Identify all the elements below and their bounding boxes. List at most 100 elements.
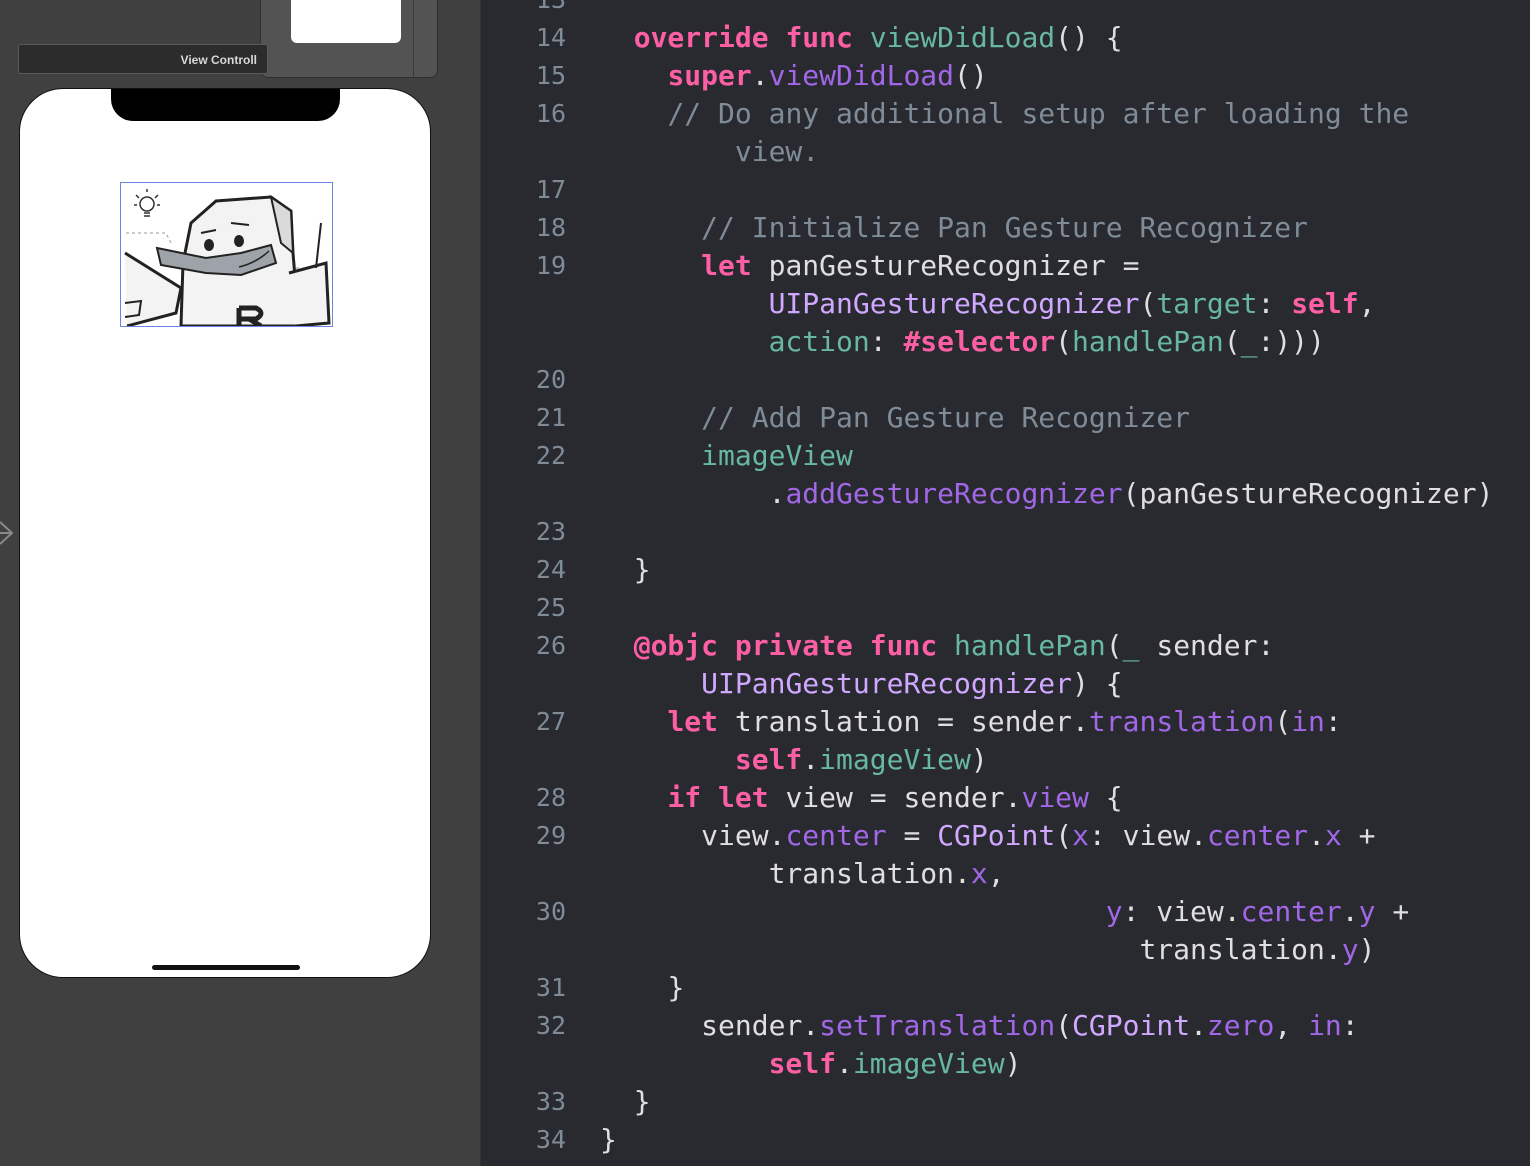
code-text: UIPanGestureRecognizer(target: self,	[600, 285, 1376, 323]
code-token: }	[633, 1085, 651, 1118]
code-token: ,	[1274, 1009, 1309, 1042]
code-token: }	[667, 971, 685, 1004]
view-controller-scene-label: View Controll	[180, 53, 257, 67]
code-token: {	[1088, 781, 1123, 814]
code-token: .	[1341, 895, 1359, 928]
code-token: private	[734, 629, 853, 662]
code-token: target	[1156, 287, 1258, 320]
code-token: CGPoint	[937, 819, 1056, 852]
view-controller-scene-header[interactable]: View Controll	[18, 44, 268, 74]
image-view[interactable]	[120, 182, 333, 327]
code-text: }	[600, 551, 651, 589]
code-token: // Add Pan Gesture Recognizer	[701, 401, 1191, 434]
code-token: : view.	[1122, 895, 1241, 928]
line-number: 32	[535, 1011, 566, 1040]
scene-thumbnail-divider	[413, 0, 414, 77]
code-text: translation.x,	[600, 855, 1005, 893]
entry-point-arrow-icon[interactable]	[0, 518, 20, 548]
code-token: () {	[1055, 21, 1123, 54]
code-token: :	[1324, 705, 1342, 738]
code-token: view = sender.	[768, 781, 1022, 814]
code-token: center	[1206, 819, 1309, 852]
code-token: (	[1055, 819, 1073, 852]
code-token: +	[1375, 895, 1410, 928]
code-text: self.imageView)	[600, 1045, 1022, 1083]
code-token: :	[1341, 1009, 1359, 1042]
code-text: .addGestureRecognizer(panGestureRecogniz…	[600, 475, 1494, 513]
code-text: let translation = sender.translation(in:	[600, 703, 1342, 741]
code-token: x	[1072, 819, 1089, 852]
code-token: (	[1274, 705, 1292, 738]
code-text: // Initialize Pan Gesture Recognizer	[600, 209, 1308, 247]
code-token: viewDidLoad	[869, 21, 1056, 54]
line-number: 19	[535, 251, 566, 280]
code-token: if	[667, 781, 702, 814]
line-number: 13	[480, 0, 566, 19]
code-token: let	[667, 705, 719, 738]
code-token: sender.	[701, 1009, 820, 1042]
code-token: translation.	[768, 857, 971, 890]
code-text: // Do any additional setup after loading…	[600, 95, 1409, 133]
code-text: sender.setTranslation(CGPoint.zero, in:	[600, 1007, 1359, 1045]
storyboard-canvas[interactable]: View Controll	[0, 0, 481, 1166]
code-text: override func viewDidLoad() {	[600, 19, 1123, 57]
device-notch	[111, 89, 340, 121]
code-text: }	[600, 969, 684, 1007]
code-text: translation.y)	[600, 931, 1375, 969]
code-token: #selector	[903, 325, 1056, 358]
code-token: imageView	[701, 439, 853, 472]
code-text: y: view.center.y +	[600, 893, 1409, 931]
code-token: .	[1190, 1009, 1207, 1042]
code-token: .	[836, 1047, 853, 1080]
line-number: 26	[535, 631, 566, 660]
code-token: // Initialize Pan Gesture Recognizer	[701, 211, 1309, 244]
line-number: 30	[535, 897, 566, 926]
code-text: }	[600, 1083, 651, 1121]
code-token: action	[768, 325, 870, 358]
code-text: }	[600, 1121, 617, 1159]
code-token: viewDidLoad	[768, 59, 955, 92]
code-token: )	[970, 743, 988, 776]
code-token: (	[1055, 325, 1073, 358]
code-text: action: #selector(handlePan(_:)))	[600, 323, 1325, 361]
code-token: translation	[1088, 705, 1275, 738]
code-editor[interactable]: 1314 override func viewDidLoad() {15 sup…	[480, 0, 1530, 1166]
iphone-scene-frame[interactable]	[19, 88, 431, 978]
line-number: 23	[535, 517, 566, 546]
line-number: 28	[535, 783, 566, 812]
code-token: @objc	[633, 629, 719, 662]
code-token: setTranslation	[819, 1009, 1056, 1042]
code-token: in	[1291, 705, 1325, 738]
home-indicator	[152, 965, 300, 970]
code-token: x	[970, 857, 988, 890]
code-token: func	[869, 629, 938, 662]
line-number: 33	[535, 1087, 566, 1116]
code-token: UIPanGestureRecognizer	[701, 667, 1073, 700]
code-token: :	[869, 325, 904, 358]
scene-thumbnail[interactable]	[260, 0, 438, 78]
code-token: +	[1341, 819, 1376, 852]
code-token: )	[1004, 1047, 1022, 1080]
line-number: 16	[535, 99, 566, 128]
code-token: zero	[1206, 1009, 1275, 1042]
line-number: 27	[535, 707, 566, 736]
line-number: 14	[535, 23, 566, 52]
code-token: =	[886, 819, 938, 852]
code-token: CGPoint	[1072, 1009, 1191, 1042]
line-number: 18	[535, 213, 566, 242]
code-text: // Add Pan Gesture Recognizer	[600, 399, 1190, 437]
code-token: }	[633, 553, 651, 586]
code-token: override	[633, 21, 769, 54]
